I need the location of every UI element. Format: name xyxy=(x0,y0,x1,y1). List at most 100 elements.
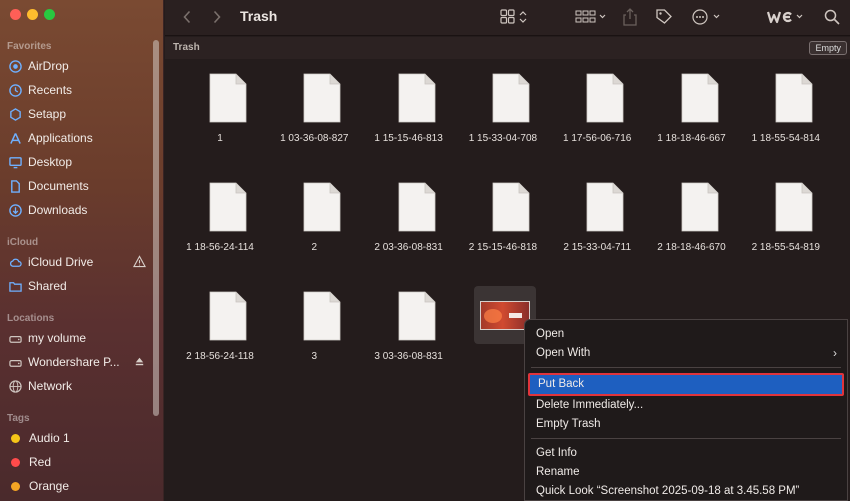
tag-button[interactable] xyxy=(653,6,675,28)
context-menu: Open Open With › Put Back Delete Immedia… xyxy=(524,319,848,501)
chevron-left-icon xyxy=(183,10,191,24)
eject-icon[interactable] xyxy=(133,355,146,368)
sidebar-item-tag-red[interactable]: Red xyxy=(8,452,148,472)
file-name: 3 03-36-08-831 xyxy=(374,351,443,362)
more-actions-button[interactable] xyxy=(691,6,725,28)
wondershare-extension-button[interactable] xyxy=(765,6,807,28)
menu-item-get-info[interactable]: Get Info xyxy=(531,444,841,463)
menu-item-label: Open With xyxy=(536,347,591,359)
sidebar-item-label: Desktop xyxy=(28,155,73,169)
sidebar-item-downloads[interactable]: Downloads xyxy=(8,200,148,220)
tag-color-dot xyxy=(11,457,20,467)
toolbar: Trash xyxy=(165,0,850,36)
empty-trash-button[interactable]: Empty xyxy=(809,41,847,55)
share-icon xyxy=(623,8,637,26)
menu-item-empty-trash[interactable]: Empty Trash xyxy=(531,415,841,434)
search-icon xyxy=(824,9,840,25)
sidebar-scrollbar[interactable] xyxy=(153,40,159,416)
file-item[interactable]: 3 xyxy=(267,278,361,378)
file-item[interactable]: 2 xyxy=(267,169,361,269)
view-mode-button[interactable] xyxy=(499,6,531,28)
menu-item-open-with[interactable]: Open With › xyxy=(531,344,841,363)
sidebar-item-label: Red xyxy=(29,455,52,469)
file-item[interactable]: 3 03-36-08-831 xyxy=(362,278,456,378)
file-item[interactable]: 1 18-55-54-814 xyxy=(739,60,833,160)
share-button[interactable] xyxy=(620,6,640,28)
sidebar-section-icloud: iCloud xyxy=(7,237,39,248)
path-bar: Trash Empty xyxy=(165,37,850,59)
sidebar-item-applications[interactable]: Applications xyxy=(8,128,148,148)
sidebar-item-recents[interactable]: Recents xyxy=(8,80,148,100)
grid-view-icon xyxy=(500,9,527,24)
sidebar-item-label: my volume xyxy=(28,331,87,345)
sidebar-item-label: Setapp xyxy=(28,107,67,121)
document-icon xyxy=(8,179,22,193)
document-file-icon xyxy=(681,73,719,123)
file-item[interactable]: 2 15-15-46-818 xyxy=(456,169,550,269)
file-item[interactable]: 1 03-36-08-827 xyxy=(267,60,361,160)
sidebar-item-shared[interactable]: Shared xyxy=(8,276,148,296)
document-file-icon xyxy=(775,73,813,123)
chevron-right-icon xyxy=(213,10,221,24)
download-icon xyxy=(8,203,22,217)
menu-separator xyxy=(531,367,841,368)
menu-item-delete-immediately[interactable]: Delete Immediately... xyxy=(531,396,841,415)
ellipsis-circle-icon xyxy=(692,9,720,25)
close-window-button[interactable] xyxy=(10,9,21,20)
window-controls xyxy=(10,9,55,20)
sidebar-item-label: Applications xyxy=(28,131,93,145)
airdrop-icon xyxy=(8,59,22,73)
document-file-icon xyxy=(398,73,436,123)
sidebar-item-setapp[interactable]: Setapp xyxy=(8,104,148,124)
cloud-icon xyxy=(8,255,22,269)
file-item[interactable]: 1 18-56-24-114 xyxy=(173,169,267,269)
forward-button[interactable] xyxy=(207,7,227,27)
file-item[interactable]: 2 03-36-08-831 xyxy=(362,169,456,269)
sidebar-item-airdrop[interactable]: AirDrop xyxy=(8,56,148,76)
file-item[interactable]: 2 18-18-46-670 xyxy=(645,169,739,269)
document-file-icon xyxy=(681,182,719,232)
file-item[interactable]: 2 18-56-24-118 xyxy=(173,278,267,378)
document-file-icon xyxy=(209,182,247,232)
shared-folder-icon xyxy=(8,279,22,293)
sidebar-item-label: iCloud Drive xyxy=(28,255,94,269)
sidebar-item-label: Network xyxy=(28,379,73,393)
group-button[interactable] xyxy=(574,6,608,28)
document-file-icon xyxy=(303,291,341,341)
menu-item-quick-look[interactable]: Quick Look “Screenshot 2025-09-18 at 3.4… xyxy=(531,482,841,501)
sidebar-item-my-volume[interactable]: my volume xyxy=(8,328,148,348)
file-item[interactable]: 1 xyxy=(173,60,267,160)
screenshot-thumbnail xyxy=(480,301,530,330)
sidebar-item-desktop[interactable]: Desktop xyxy=(8,152,148,172)
sidebar-item-documents[interactable]: Documents xyxy=(8,176,148,196)
menu-item-rename[interactable]: Rename xyxy=(531,463,841,482)
back-button[interactable] xyxy=(177,7,197,27)
file-item[interactable]: 1 18-18-46-667 xyxy=(645,60,739,160)
sidebar-item-label: AirDrop xyxy=(28,59,69,73)
warning-icon xyxy=(133,255,146,268)
clock-icon xyxy=(8,83,22,97)
file-item[interactable]: 2 15-33-04-711 xyxy=(550,169,644,269)
document-file-icon xyxy=(586,182,624,232)
sidebar-item-tag-orange[interactable]: Orange xyxy=(8,476,148,496)
sidebar-item-icloud-drive[interactable]: iCloud Drive xyxy=(8,252,148,272)
sidebar-item-label: Documents xyxy=(28,179,89,193)
sidebar-item-label: Orange xyxy=(29,479,70,493)
wondershare-logo-icon xyxy=(766,11,803,24)
sidebar-item-wondershare[interactable]: Wondershare P... xyxy=(8,352,148,372)
file-item[interactable]: 1 15-15-46-813 xyxy=(362,60,456,160)
file-item[interactable]: 2 18-55-54-819 xyxy=(739,169,833,269)
file-item[interactable]: 1 15-33-04-708 xyxy=(456,60,550,160)
sidebar-item-label: Recents xyxy=(28,83,73,97)
tag-color-dot xyxy=(11,481,20,491)
file-item[interactable]: 1 17-56-06-716 xyxy=(550,60,644,160)
sidebar-item-network[interactable]: Network xyxy=(8,376,148,396)
search-button[interactable] xyxy=(822,6,842,28)
menu-item-put-back[interactable]: Put Back xyxy=(528,373,844,396)
file-name: 1 18-55-54-814 xyxy=(751,133,820,144)
minimize-window-button[interactable] xyxy=(27,9,38,20)
document-file-icon xyxy=(398,182,436,232)
menu-item-open[interactable]: Open xyxy=(531,325,841,344)
sidebar-item-tag-audio-1[interactable]: Audio 1 xyxy=(8,428,148,448)
zoom-window-button[interactable] xyxy=(44,9,55,20)
